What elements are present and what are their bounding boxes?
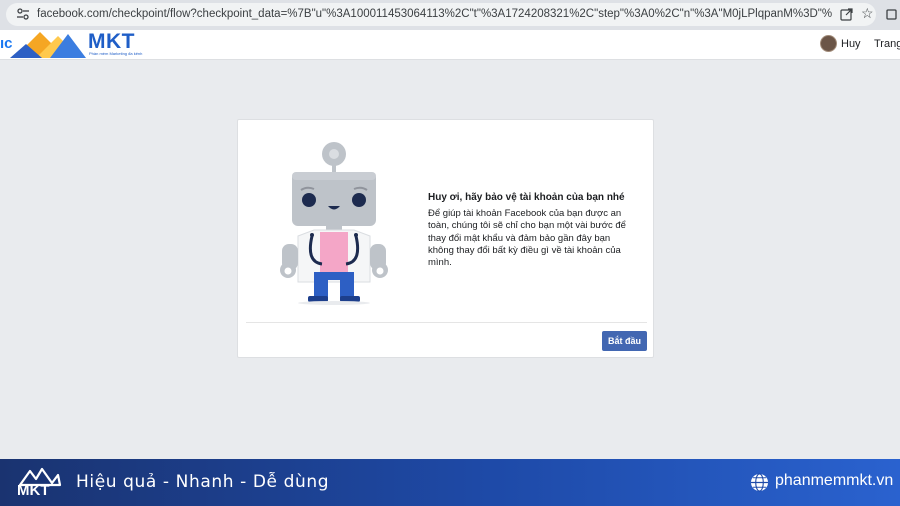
avatar[interactable]	[820, 35, 837, 52]
browser-toolbar: facebook.com/checkpoint/flow?checkpoint_…	[0, 0, 900, 30]
share-icon[interactable]	[840, 8, 853, 21]
mkt-logo-icon	[10, 32, 86, 58]
profile-name-link[interactable]: Huy	[841, 38, 861, 50]
site-settings-icon[interactable]	[16, 7, 30, 21]
doctor-robot-illustration	[280, 142, 388, 305]
globe-icon	[750, 473, 769, 492]
address-bar[interactable]: facebook.com/checkpoint/flow?checkpoint_…	[6, 3, 876, 26]
url-text[interactable]: facebook.com/checkpoint/flow?checkpoint_…	[37, 8, 832, 20]
start-button[interactable]: Bắt đầu	[602, 331, 647, 351]
card-title: Huy ơi, hãy bảo vệ tài khoản của bạn nhé	[428, 192, 625, 203]
bookmark-star-icon[interactable]: ☆	[861, 5, 874, 22]
banner-logo-text: MKT	[17, 482, 50, 499]
facebook-header: ıc MKT Phần mềm Marketing đa kênh Huy Tr…	[0, 30, 900, 60]
mkt-logo-subtitle: Phần mềm Marketing đa kênh	[89, 51, 143, 56]
checkpoint-card: Huy ơi, hãy bảo vệ tài khoản của bạn nhé…	[237, 119, 654, 358]
extensions-icon[interactable]	[885, 7, 899, 21]
banner-tagline: Hiệu quả - Nhanh - Dễ dùng	[76, 472, 330, 492]
promo-banner: MKT Hiệu quả - Nhanh - Dễ dùng phanmemmk…	[0, 459, 900, 506]
home-link[interactable]: Trang	[874, 38, 900, 50]
banner-website[interactable]: phanmemmkt.vn	[775, 472, 893, 490]
card-description: Để giúp tài khoản Facebook của bạn được …	[428, 208, 626, 269]
card-divider	[246, 322, 647, 323]
